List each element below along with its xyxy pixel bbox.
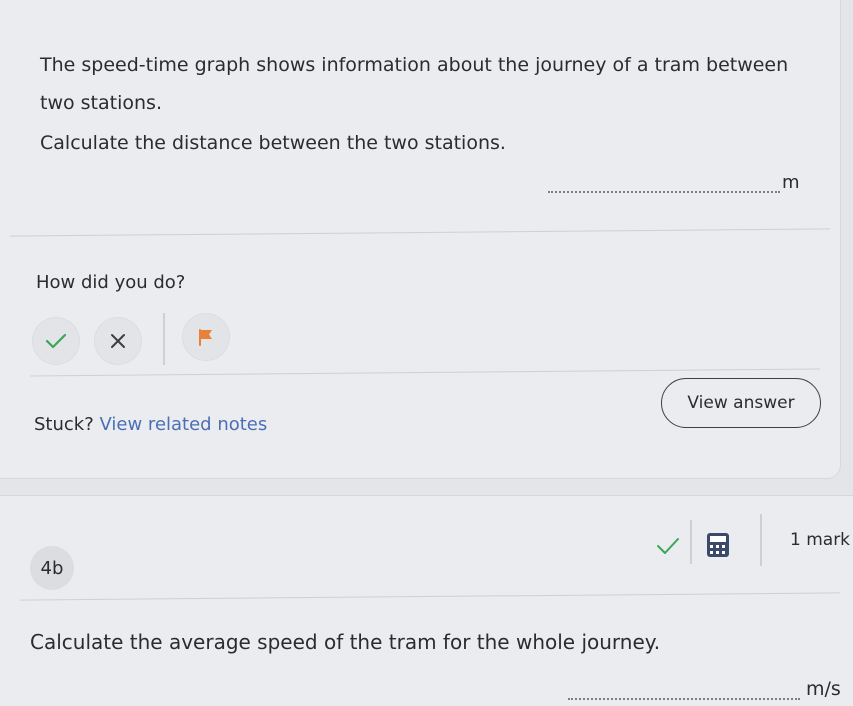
answer-dots[interactable] — [568, 682, 800, 700]
question-b-text: Calculate the average speed of the tram … — [30, 630, 661, 654]
check-icon — [45, 333, 67, 349]
marks-label: 1 mark — [790, 530, 851, 550]
separator — [690, 520, 692, 564]
mark-wrong-button[interactable] — [95, 318, 141, 364]
question-instruction: Calculate the distance between the two s… — [40, 132, 506, 154]
check-icon — [657, 538, 679, 554]
feedback-prompt: How did you do? — [36, 272, 186, 293]
separator — [163, 313, 165, 365]
flag-icon — [199, 329, 212, 346]
question-text: The speed-time graph shows information a… — [40, 54, 789, 114]
answer-line-speed[interactable]: m/s — [568, 678, 841, 700]
view-answer-button[interactable]: View answer — [661, 378, 821, 428]
separator — [760, 514, 762, 566]
view-related-notes-link[interactable]: View related notes — [100, 414, 268, 435]
flag-button[interactable] — [183, 314, 229, 360]
answer-unit: m — [782, 172, 800, 193]
stuck-row: Stuck? View related notes — [34, 414, 267, 435]
question-card-b — [0, 495, 853, 706]
answer-dots[interactable] — [548, 177, 780, 193]
calculator-icon — [707, 533, 729, 557]
answer-unit: m/s — [806, 678, 841, 700]
cross-icon — [111, 334, 125, 348]
stuck-label: Stuck? — [34, 414, 94, 435]
mark-correct-button[interactable] — [33, 318, 79, 364]
answer-line-distance[interactable]: m — [548, 172, 800, 193]
question-number-badge: 4b — [30, 546, 74, 590]
